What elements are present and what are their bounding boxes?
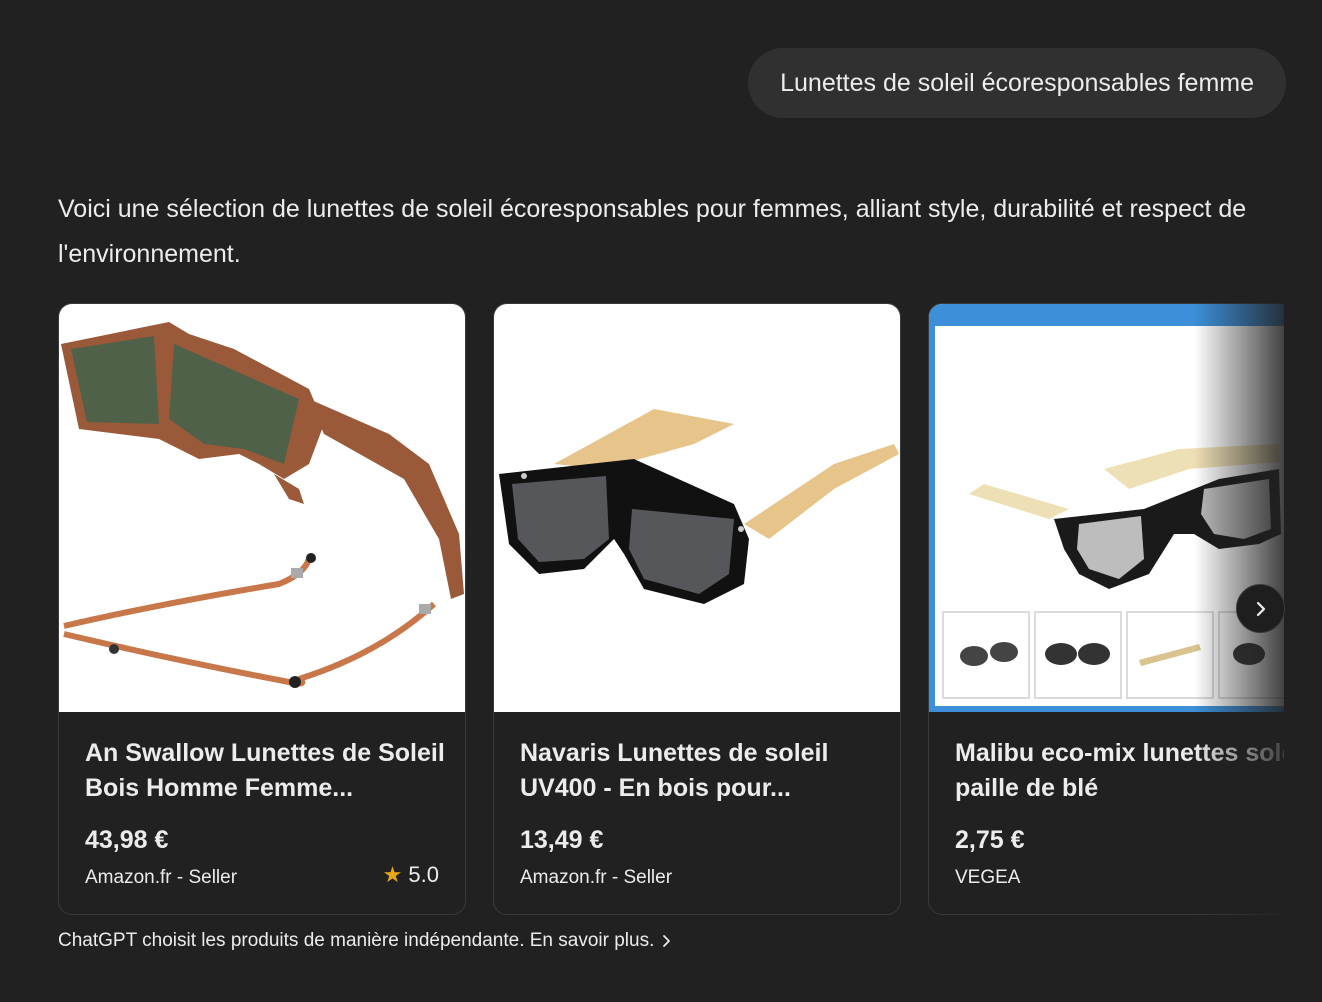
product-carousel[interactable]: An Swallow Lunettes de Soleil Bois Homme…	[58, 303, 1284, 915]
product-title: Malibu eco-mix lunettes soleil paille de…	[955, 739, 1284, 802]
user-message-text: Lunettes de soleil écoresponsables femme	[780, 69, 1254, 97]
product-price: 43,98 €	[85, 826, 169, 854]
product-card[interactable]: An Swallow Lunettes de Soleil Bois Homme…	[58, 303, 466, 915]
product-image-wooden-sunglasses	[59, 304, 465, 712]
disclaimer[interactable]: ChatGPT choisit les produits de manière …	[58, 930, 674, 952]
chat-page: Lunettes de soleil écoresponsables femme…	[0, 0, 1322, 1002]
product-title: Navaris Lunettes de soleil UV400 - En bo…	[520, 739, 829, 802]
chevron-right-icon	[663, 935, 671, 947]
product-price: 13,49 €	[520, 826, 604, 854]
learn-more-link[interactable]: ChatGPT choisit les produits de manière …	[58, 930, 654, 952]
star-icon: ★	[382, 862, 403, 887]
rating-value: 5.0	[408, 862, 439, 887]
product-seller: Amazon.fr - Seller	[85, 867, 238, 888]
product-card[interactable]: Malibu eco-mix lunettes soleil paille de…	[928, 303, 1284, 915]
product-seller: VEGEA	[955, 867, 1021, 888]
product-price: 2,75 €	[955, 826, 1025, 854]
product-title: An Swallow Lunettes de Soleil Bois Homme…	[85, 739, 445, 802]
assistant-intro-text: Voici une sélection de lunettes de solei…	[58, 195, 1247, 268]
chevron-right-icon	[1256, 601, 1265, 616]
product-seller: Amazon.fr - Seller	[520, 867, 673, 888]
product-card[interactable]: Navaris Lunettes de soleil UV400 - En bo…	[493, 303, 901, 915]
carousel-next-button[interactable]	[1236, 584, 1285, 633]
user-message-bubble: Lunettes de soleil écoresponsables femme	[748, 48, 1286, 118]
product-image-black-sunglasses	[494, 304, 900, 712]
product-rating: ★ 5.0	[383, 862, 439, 888]
product-image-wheat-straw-sunglasses	[929, 304, 1284, 712]
